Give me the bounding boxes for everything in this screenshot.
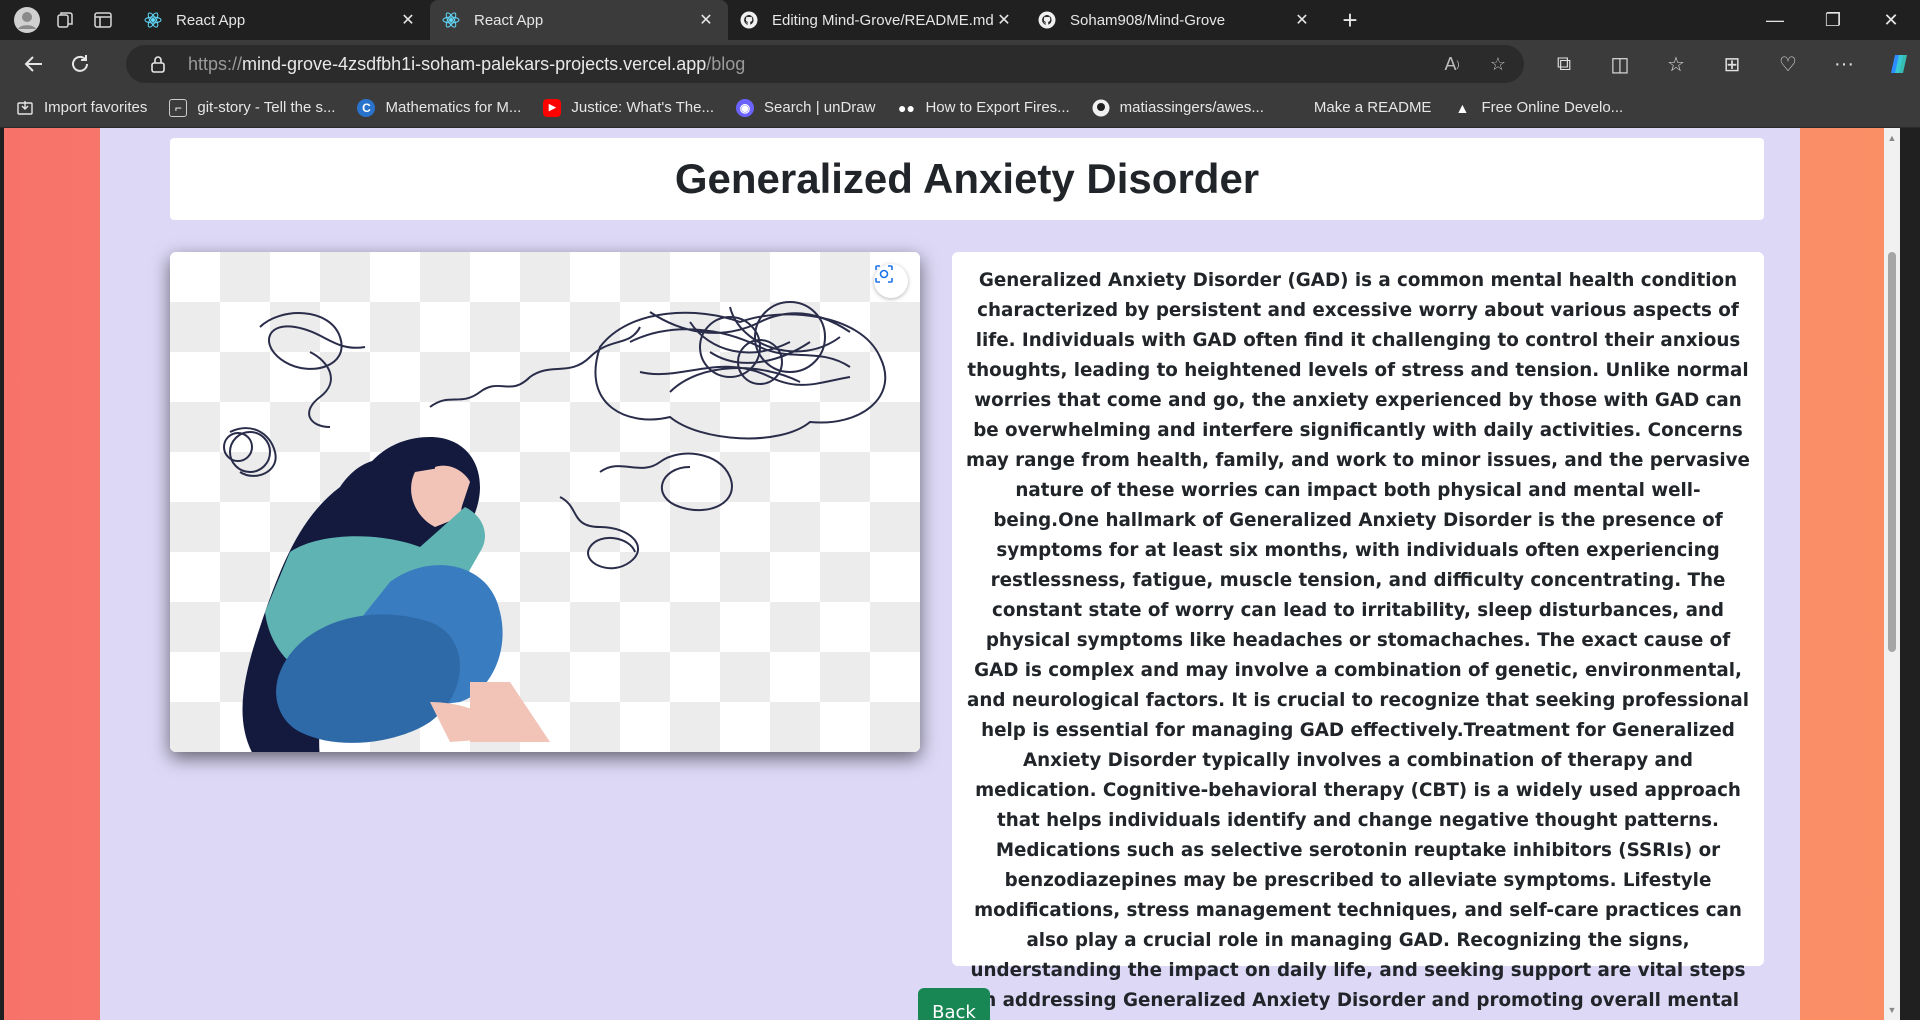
favorite-item[interactable]: matiassingers/awes... — [1092, 99, 1264, 117]
new-tab-icon[interactable]: + — [1330, 0, 1370, 40]
scroll-up-arrow-icon[interactable]: ▲ — [1884, 130, 1900, 146]
refresh-icon[interactable] — [60, 44, 100, 84]
vertical-scrollbar[interactable]: ▲ ▼ — [1884, 128, 1900, 1020]
tab-actions-icon[interactable] — [84, 1, 122, 39]
favorite-label: Free Online Develo... — [1481, 99, 1624, 116]
readme-icon: ▪ — [1292, 100, 1298, 115]
favorite-item[interactable]: ⌐ git-story - Tell the s... — [169, 98, 336, 117]
favorite-item[interactable]: ●● How to Export Fires... — [897, 99, 1070, 117]
close-tab-icon[interactable]: ✕ — [994, 10, 1014, 30]
favorite-label: Search | unDraw — [764, 99, 876, 116]
favorite-label: Justice: What's The... — [571, 99, 714, 116]
restore-icon[interactable]: ❐ — [1804, 0, 1862, 40]
favorites-bar: Import favorites ⌐ git-story - Tell the … — [0, 88, 1920, 128]
minimize-icon[interactable]: — — [1746, 0, 1804, 40]
collections-icon[interactable]: ⊞ — [1704, 44, 1760, 84]
url-protocol: https:// — [188, 53, 243, 74]
url-path: /blog — [706, 53, 746, 74]
favorite-label: git-story - Tell the s... — [197, 99, 336, 116]
undraw-icon: ◉ — [736, 98, 754, 117]
browser-tab-active[interactable]: React App ✕ — [430, 0, 728, 40]
favorite-item[interactable]: ▪ Make a README — [1286, 99, 1432, 117]
close-tab-icon[interactable]: ✕ — [1292, 10, 1312, 30]
more-options-icon[interactable]: ··· — [1816, 44, 1872, 84]
favorite-label: Make a README — [1313, 99, 1432, 116]
coursera-icon: C — [357, 98, 376, 117]
github-icon — [1038, 11, 1056, 29]
github-icon — [740, 11, 758, 29]
lock-icon[interactable] — [148, 54, 168, 74]
react-icon — [144, 11, 162, 29]
split-screen-icon[interactable]: ◫ — [1592, 44, 1648, 84]
git-story-icon: ⌐ — [169, 98, 188, 117]
youtube-icon: ▶ — [543, 98, 562, 117]
toolbar: ⧉ ◫ ☆ ⊞ ♡ ··· — [1536, 44, 1920, 84]
url-host: mind-grove-4zsdfbh1i-soham-palekars-proj… — [242, 53, 707, 74]
tab-title: React App — [474, 11, 544, 29]
favorite-label: Import favorites — [44, 99, 148, 116]
favorite-label: How to Export Fires... — [925, 99, 1070, 116]
favorites-icon[interactable]: ☆ — [1648, 44, 1704, 84]
anxious-woman-illustration — [223, 301, 887, 752]
profile-avatar-icon[interactable] — [8, 1, 46, 39]
favorite-label: matiassingers/awes... — [1119, 99, 1264, 116]
react-icon — [442, 11, 460, 29]
github-icon — [1092, 99, 1110, 117]
close-window-icon[interactable]: ✕ — [1862, 0, 1920, 40]
back-arrow-icon[interactable] — [14, 44, 54, 84]
read-aloud-icon[interactable]: A) — [1436, 48, 1468, 80]
tab-title: Editing Mind-Grove/README.md — [772, 11, 994, 29]
tab-bar: React App ✕ React App ✕ Editing Mind-Gro… — [0, 0, 1920, 40]
favorite-item[interactable]: ◉ Search | unDraw — [736, 98, 876, 117]
favorite-item[interactable]: Import favorites — [16, 99, 147, 117]
browser-tab[interactable]: Soham908/Mind-Grove ✕ — [1026, 0, 1324, 40]
dev-tools-icon: ▲ — [1455, 99, 1470, 116]
title-card: Generalized Anxiety Disorder — [170, 138, 1764, 220]
page-title: Generalized Anxiety Disorder — [674, 155, 1260, 202]
import-icon — [16, 99, 34, 117]
visual-search-icon[interactable] — [874, 264, 908, 298]
browser-tab[interactable]: React App ✕ — [132, 0, 430, 40]
medium-icon: ●● — [897, 99, 915, 116]
favorite-label: Mathematics for M... — [385, 99, 522, 116]
browser-tab[interactable]: Editing Mind-Grove/README.md ✕ — [728, 0, 1026, 40]
extensions-icon[interactable]: ⧉ — [1536, 44, 1592, 84]
close-tab-icon[interactable]: ✕ — [696, 10, 716, 30]
copilot-icon[interactable] — [1872, 44, 1920, 84]
scroll-down-arrow-icon[interactable]: ▼ — [1884, 1002, 1900, 1018]
close-tab-icon[interactable]: ✕ — [398, 10, 418, 30]
favorite-item[interactable]: C Mathematics for M... — [357, 98, 522, 117]
address-bar[interactable]: https://mind-grove-4zsdfbh1i-soham-palek… — [126, 45, 1524, 83]
page-viewport: Generalized Anxiety Disorder Generalized… — [4, 128, 1900, 1020]
tab-title: React App — [176, 11, 246, 29]
article-image — [170, 252, 920, 752]
favorite-item[interactable]: ▶ Justice: What's The... — [543, 98, 714, 117]
navigation-bar: https://mind-grove-4zsdfbh1i-soham-palek… — [0, 40, 1920, 88]
favorite-item[interactable]: ▲ Free Online Develo... — [1453, 99, 1624, 117]
article-body: Generalized Anxiety Disorder (GAD) is a … — [966, 270, 1750, 1011]
window-controls: — ❐ ✕ — [1746, 0, 1920, 40]
article-text-card: Generalized Anxiety Disorder (GAD) is a … — [952, 252, 1764, 1011]
favorite-star-icon[interactable]: ☆ — [1482, 48, 1514, 80]
url-text[interactable]: https://mind-grove-4zsdfbh1i-soham-palek… — [188, 54, 745, 75]
scrollbar-thumb[interactable] — [1888, 252, 1896, 652]
back-button[interactable]: Back — [918, 988, 990, 1020]
content-container: Generalized Anxiety Disorder Generalized… — [100, 128, 1800, 1020]
tab-title: Soham908/Mind-Grove — [1070, 11, 1226, 29]
browser-essentials-icon[interactable]: ♡ — [1760, 44, 1816, 84]
workspaces-icon[interactable] — [46, 1, 84, 39]
